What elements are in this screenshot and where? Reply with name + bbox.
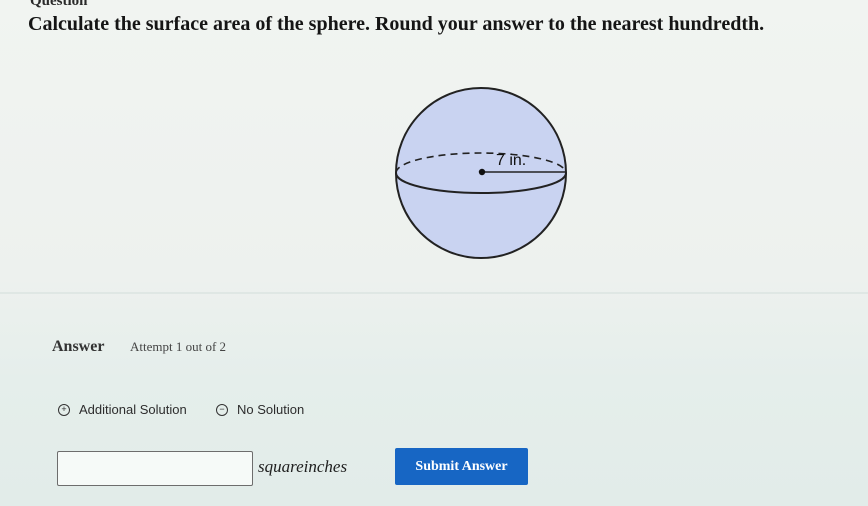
- section-divider: [0, 292, 868, 294]
- question-area: Question Calculate the surface area of t…: [0, 0, 868, 292]
- question-text: Calculate the surface area of the sphere…: [28, 13, 765, 35]
- answer-input[interactable]: [57, 451, 253, 486]
- question-heading: Question: [30, 0, 88, 9]
- sphere-figure: 7 in.: [390, 80, 570, 265]
- plus-circle-icon: +: [58, 403, 70, 416]
- no-solution-option[interactable]: − No Solution: [216, 402, 304, 417]
- unit-label: squareinches: [258, 457, 348, 476]
- answer-label: Answer: [52, 338, 105, 355]
- additional-solution-option[interactable]: + Additional Solution: [58, 402, 187, 417]
- radius-label: 7 in.: [496, 152, 526, 169]
- sphere-diagram: 7 in.: [395, 87, 567, 259]
- submit-answer-button[interactable]: Submit Answer: [395, 448, 528, 485]
- no-solution-label: No Solution: [237, 402, 305, 417]
- minus-circle-icon: −: [216, 403, 228, 416]
- center-point: [478, 168, 486, 176]
- attempt-counter: Attempt 1 out of 2: [130, 339, 227, 354]
- additional-solution-label: Additional Solution: [79, 402, 187, 417]
